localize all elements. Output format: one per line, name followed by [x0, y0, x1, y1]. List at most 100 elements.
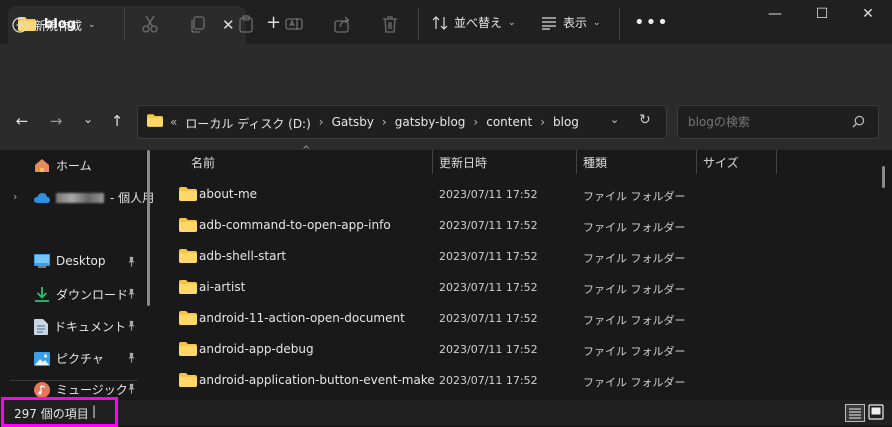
pin-icon[interactable] — [126, 288, 137, 299]
file-name: android-app-debug — [199, 342, 314, 356]
tab-close-icon[interactable]: ✕ — [222, 16, 235, 34]
details-view-icon[interactable] — [845, 404, 865, 422]
file-list-scrollbar[interactable] — [882, 166, 885, 188]
rename-icon[interactable] — [284, 14, 304, 34]
item-count: 297 個の項目 — [14, 407, 89, 421]
column-divider[interactable] — [432, 150, 433, 174]
chevron-right-icon[interactable]: › — [13, 190, 17, 203]
table-row[interactable]: android-app-debug 2023/07/11 17:52 ファイル … — [172, 334, 700, 365]
pin-icon[interactable] — [126, 320, 137, 331]
pin-icon[interactable] — [126, 383, 137, 394]
status-bar — [0, 400, 892, 425]
table-row[interactable]: android-application-button-event-make 20… — [172, 365, 700, 396]
paste-icon[interactable] — [236, 14, 256, 34]
column-header-modified[interactable]: 更新日時 — [439, 154, 487, 171]
pin-icon[interactable] — [126, 352, 137, 363]
sort-button[interactable]: 並べ替え ⌄ — [432, 14, 516, 31]
sidebar-item-label: Desktop — [56, 254, 106, 268]
desktop-icon — [34, 254, 50, 268]
column-divider[interactable] — [576, 150, 577, 174]
breadcrumb-content[interactable]: content — [486, 115, 532, 132]
chevron-right-icon[interactable]: › — [382, 115, 387, 132]
minimize-button[interactable]: — — [755, 6, 795, 26]
view-button[interactable]: 表示 ⌄ — [541, 14, 601, 31]
sort-ascending-icon: ^ — [302, 145, 311, 156]
sidebar-item-label: ピクチャ — [56, 352, 104, 366]
share-icon[interactable] — [332, 14, 352, 34]
folder-icon — [179, 218, 197, 232]
refresh-icon[interactable]: ↻ — [639, 112, 651, 128]
table-row[interactable]: ai-artist 2023/07/11 17:52 ファイル フォルダー — [172, 272, 700, 303]
close-window-button[interactable]: ✕ — [848, 6, 888, 26]
sidebar-item-pictures[interactable]: ピクチャ — [34, 350, 104, 367]
chevron-right-icon[interactable]: › — [319, 115, 324, 132]
breadcrumb-gatsby-blog[interactable]: gatsby-blog — [395, 115, 466, 132]
file-name: adb-shell-start — [199, 249, 287, 263]
chevron-right-icon[interactable]: › — [473, 115, 478, 132]
breadcrumb-overflow[interactable]: « — [170, 115, 177, 132]
chevron-down-icon[interactable]: ⌄ — [610, 113, 619, 126]
file-modified: 2023/07/11 17:52 — [439, 219, 538, 232]
breadcrumb-local-disk[interactable]: ローカル ディスク (D:) — [185, 115, 310, 132]
delete-icon[interactable] — [380, 14, 400, 34]
table-row[interactable]: adb-command-to-open-app-info 2023/07/11 … — [172, 210, 700, 241]
chevron-right-icon[interactable]: › — [540, 115, 545, 132]
pin-icon[interactable] — [126, 256, 137, 267]
view-button-label: 表示 — [563, 16, 588, 30]
breadcrumb-blog[interactable]: blog — [553, 115, 579, 132]
file-type: ファイル フォルダー — [583, 221, 686, 234]
sidebar-scrollbar[interactable] — [147, 150, 150, 306]
sidebar-item-label: ミュージック — [56, 383, 128, 397]
sidebar-item-home[interactable]: ホーム — [34, 157, 92, 174]
file-modified: 2023/07/11 17:52 — [439, 312, 538, 325]
file-name: adb-command-to-open-app-info — [199, 218, 391, 232]
search-icon[interactable] — [852, 115, 865, 128]
search-box[interactable] — [677, 105, 879, 139]
file-modified: 2023/07/11 17:52 — [439, 374, 538, 387]
file-modified: 2023/07/11 17:52 — [439, 188, 538, 201]
new-button-label: 新規作成 — [34, 18, 83, 33]
column-header-size[interactable]: サイズ — [703, 154, 739, 171]
file-name: about-me — [199, 187, 258, 201]
table-row[interactable]: about-me 2023/07/11 17:52 ファイル フォルダー — [172, 179, 700, 210]
new-button[interactable]: 新規作成 ⌄ — [12, 13, 96, 37]
file-type: ファイル フォルダー — [583, 345, 686, 358]
column-header-name[interactable]: 名前 — [191, 154, 215, 171]
search-input[interactable] — [686, 114, 850, 130]
back-icon[interactable]: ← — [13, 112, 31, 130]
column-header-type[interactable]: 種類 — [583, 154, 607, 171]
new-tab-button[interactable]: + — [266, 12, 281, 33]
file-modified: 2023/07/11 17:52 — [439, 281, 538, 294]
chevron-down-icon: ⌄ — [593, 17, 601, 28]
up-icon[interactable]: ↑ — [108, 112, 126, 130]
table-row[interactable]: adb-shell-start 2023/07/11 17:52 ファイル フォ… — [172, 241, 700, 272]
copy-icon[interactable] — [188, 14, 208, 34]
picture-icon — [34, 351, 50, 366]
forward-icon[interactable]: → — [47, 112, 65, 130]
file-type: ファイル フォルダー — [583, 190, 686, 203]
more-options-icon[interactable]: ••• — [634, 12, 669, 33]
sidebar-item-onedrive[interactable]: - 個人用 — [34, 189, 154, 206]
breadcrumb-gatsby[interactable]: Gatsby — [332, 115, 374, 132]
sidebar-item-downloads[interactable]: ダウンロード — [34, 286, 128, 303]
maximize-button[interactable]: ☐ — [802, 6, 842, 26]
sidebar-item-documents[interactable]: ドキュメント — [34, 318, 126, 335]
cut-icon[interactable] — [140, 14, 160, 34]
folder-icon — [179, 187, 197, 201]
toolbar-divider — [619, 8, 620, 40]
sidebar-item-music[interactable]: ミュージック — [34, 381, 128, 398]
address-bar[interactable]: « ローカル ディスク (D:) › Gatsby › gatsby-blog … — [137, 105, 667, 139]
document-icon — [34, 318, 48, 335]
folder-icon — [147, 114, 163, 127]
plus-circle-icon — [12, 17, 28, 33]
column-divider[interactable] — [776, 150, 777, 174]
sidebar-item-desktop[interactable]: Desktop — [34, 254, 106, 268]
folder-icon — [179, 280, 197, 294]
folder-icon — [179, 342, 197, 356]
file-type: ファイル フォルダー — [583, 252, 686, 265]
large-icons-view-icon[interactable] — [868, 404, 884, 420]
recent-locations-icon[interactable]: ⌄ — [79, 112, 97, 130]
sort-icon — [432, 15, 448, 31]
column-divider[interactable] — [696, 150, 697, 174]
table-row[interactable]: android-11-action-open-document 2023/07/… — [172, 303, 700, 334]
